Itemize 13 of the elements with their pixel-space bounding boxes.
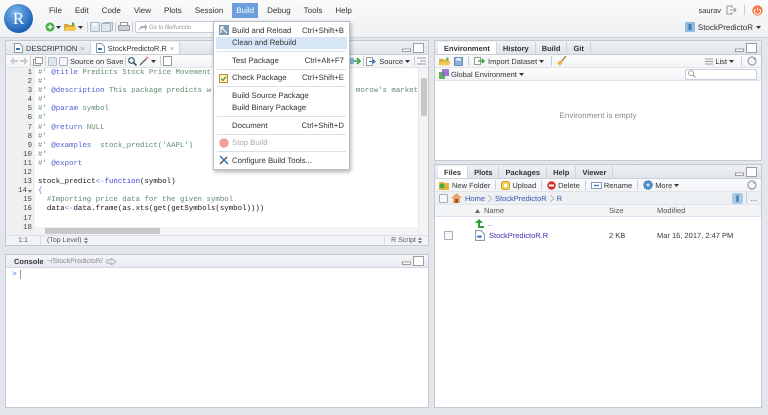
project-menu[interactable]: StockPredictoR (684, 22, 763, 32)
menu-item[interactable]: Session (190, 2, 228, 18)
empty-message: Environment is empty (560, 111, 636, 120)
menu-item[interactable]: Edit (70, 2, 93, 18)
menu-item[interactable]: Tools (300, 2, 326, 18)
menu-item[interactable]: Debug (263, 2, 295, 18)
menu-item[interactable]: Help (331, 2, 356, 18)
rstudio-logo: R (4, 4, 33, 33)
menu-item[interactable]: File (45, 2, 66, 18)
menu-item[interactable]: Code (98, 2, 125, 18)
menu-item[interactable]: Plots (160, 2, 186, 18)
menu-item[interactable]: View (130, 2, 156, 18)
console-prompt: > (12, 270, 17, 279)
